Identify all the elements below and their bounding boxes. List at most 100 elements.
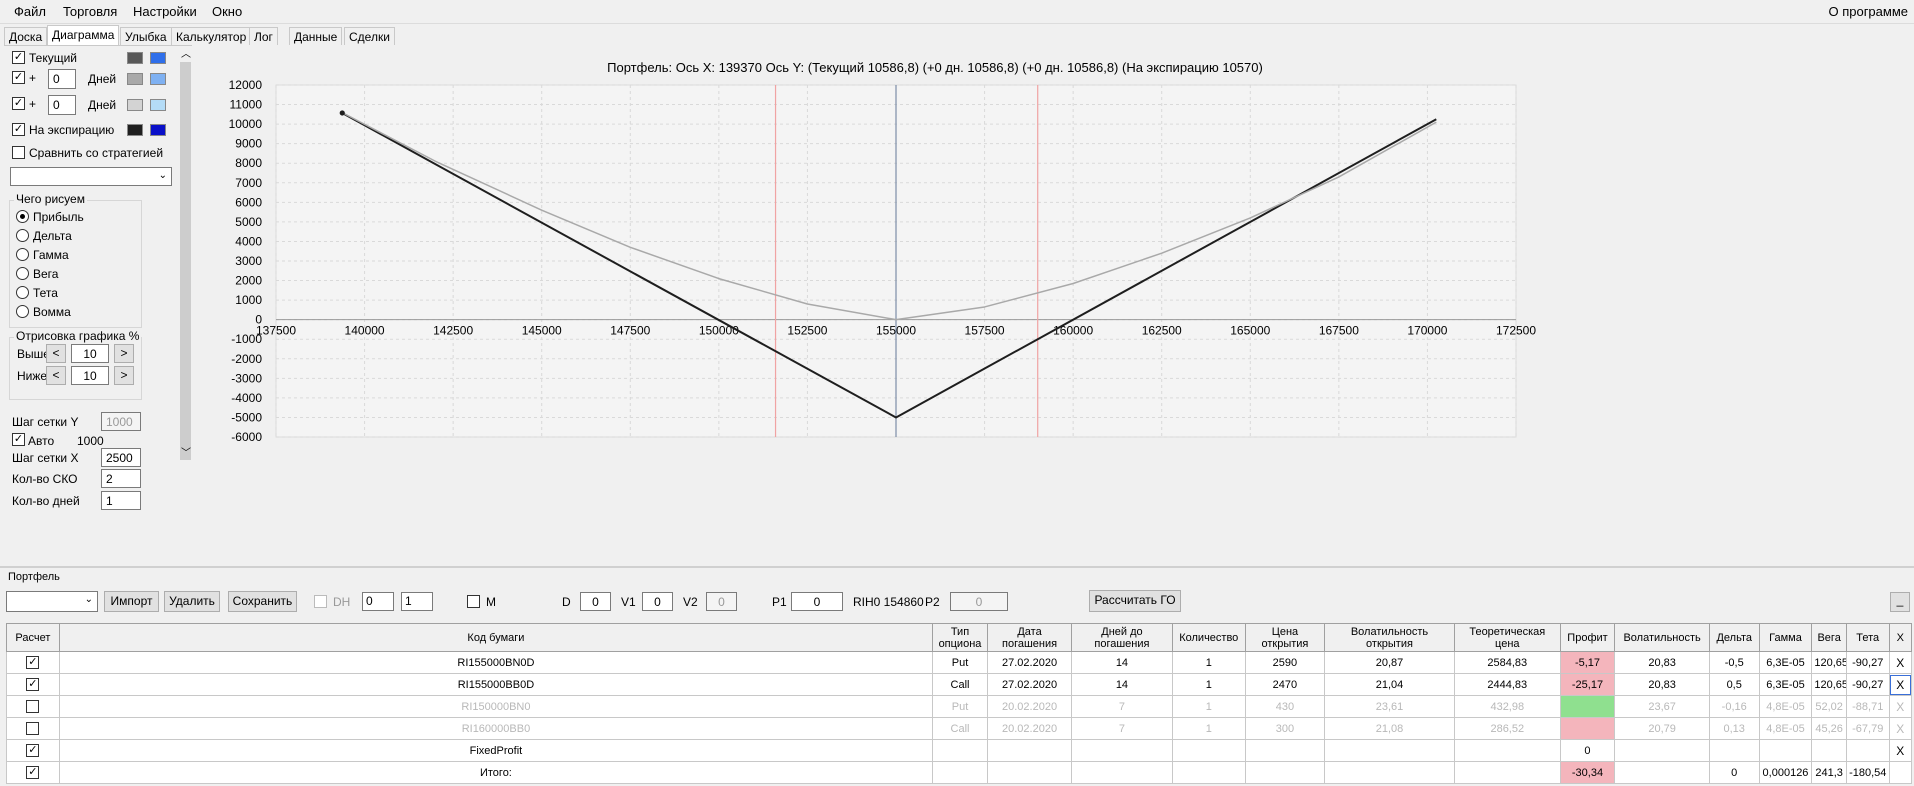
- menu-window[interactable]: Окно: [212, 4, 242, 19]
- row-calc-cell[interactable]: ✓: [6, 651, 60, 674]
- below-decrease-button[interactable]: <: [46, 366, 66, 385]
- row-calc-checkbox[interactable]: ✓: [26, 678, 40, 691]
- remove-row-button[interactable]: X: [1888, 651, 1913, 674]
- delete-button[interactable]: Удалить: [164, 591, 220, 612]
- menu-settings[interactable]: Настройки: [133, 4, 197, 19]
- scroll-up-icon[interactable]: ︿: [181, 46, 191, 60]
- below-input[interactable]: 10: [71, 366, 109, 385]
- expiry-color-1-swatch[interactable]: [127, 124, 143, 136]
- scrollbar-thumb[interactable]: [180, 62, 191, 460]
- v1-input[interactable]: 0: [642, 592, 673, 611]
- sko-input[interactable]: 2: [101, 469, 141, 488]
- row-calc-checkbox[interactable]: [26, 722, 40, 735]
- table-row[interactable]: ✓ FixedProfit 0 X: [6, 739, 1913, 762]
- radio-delta[interactable]: [16, 229, 29, 242]
- days-count-input[interactable]: 1: [101, 491, 141, 510]
- col-profit[interactable]: Профит: [1559, 623, 1616, 652]
- plus1-days-input[interactable]: 0: [48, 69, 76, 89]
- tab-diagram[interactable]: Диаграмма: [47, 25, 120, 46]
- row-calc-checkbox[interactable]: ✓: [26, 766, 40, 779]
- table-row[interactable]: RI150000BN0 Put 20.02.2020 7 1 430 23,61 432,98…: [6, 695, 1913, 718]
- current-color-1-swatch[interactable]: [127, 52, 143, 64]
- col-calc[interactable]: Расчет: [6, 623, 60, 652]
- current-checkbox[interactable]: ✓: [12, 51, 25, 64]
- row-calc-cell[interactable]: ✓: [6, 761, 60, 784]
- compare-checkbox[interactable]: [12, 146, 25, 159]
- row-calc-cell[interactable]: [6, 717, 60, 740]
- remove-row-button[interactable]: X: [1888, 739, 1913, 762]
- scroll-down-icon[interactable]: ﹀: [181, 444, 191, 459]
- col-theo-price[interactable]: Теоретическая цена: [1453, 623, 1561, 652]
- tab-deals[interactable]: Сделки: [344, 27, 395, 45]
- dh-spinner-1[interactable]: 0: [362, 592, 394, 611]
- remove-row-button[interactable]: [1888, 761, 1913, 784]
- plus1-color-1-swatch[interactable]: [127, 73, 143, 85]
- p2-input[interactable]: 0: [950, 592, 1008, 611]
- row-calc-checkbox[interactable]: ✓: [26, 656, 40, 669]
- col-theta[interactable]: Тета: [1845, 623, 1890, 652]
- radio-vomma[interactable]: [16, 305, 29, 318]
- tab-log[interactable]: Лог: [249, 27, 278, 45]
- row-calc-checkbox[interactable]: ✓: [26, 744, 40, 757]
- current-color-2-swatch[interactable]: [150, 52, 166, 64]
- dh-spinner-2[interactable]: 1: [401, 592, 433, 611]
- row-calc-checkbox[interactable]: [26, 700, 40, 713]
- plus2-days-input[interactable]: 0: [48, 95, 76, 115]
- col-qty[interactable]: Количество: [1171, 623, 1246, 652]
- plus2-checkbox[interactable]: ✓: [12, 97, 25, 110]
- tab-calculator[interactable]: Калькулятор: [171, 27, 252, 45]
- col-type[interactable]: Тип опциона: [932, 623, 988, 652]
- m-checkbox[interactable]: [467, 595, 480, 608]
- radio-theta[interactable]: [16, 286, 29, 299]
- radio-gamma[interactable]: [16, 248, 29, 261]
- save-button[interactable]: Сохранить: [228, 591, 297, 612]
- auto-checkbox[interactable]: ✓: [12, 433, 25, 446]
- expiry-color-2-swatch[interactable]: [150, 124, 166, 136]
- remove-row-button[interactable]: X: [1888, 717, 1913, 740]
- above-increase-button[interactable]: >: [114, 344, 134, 363]
- table-row[interactable]: ✓ RI155000BN0D Put 27.02.2020 14 1 2590 20,87 25…: [6, 651, 1913, 674]
- minimize-button[interactable]: _: [1890, 592, 1910, 612]
- tab-smile[interactable]: Улыбка: [120, 27, 172, 45]
- p1-input[interactable]: 0: [791, 592, 843, 611]
- plus2-color-1-swatch[interactable]: [127, 99, 143, 111]
- above-input[interactable]: 10: [71, 344, 109, 363]
- d-input[interactable]: 0: [580, 592, 611, 611]
- col-vega[interactable]: Вега: [1811, 623, 1847, 652]
- col-date[interactable]: Дата погашения: [986, 623, 1073, 652]
- remove-row-button[interactable]: X: [1888, 695, 1913, 718]
- tab-board[interactable]: Доска: [4, 27, 48, 45]
- menu-file[interactable]: Файл: [14, 4, 46, 19]
- expiry-checkbox[interactable]: ✓: [12, 123, 25, 136]
- portfolio-select[interactable]: ⌄: [6, 591, 98, 612]
- row-calc-cell[interactable]: ✓: [6, 739, 60, 762]
- tab-data[interactable]: Данные: [289, 27, 343, 45]
- col-delta[interactable]: Дельта: [1708, 623, 1760, 652]
- grid-y-input[interactable]: 1000: [101, 412, 141, 431]
- col-vol[interactable]: Волатильность: [1614, 623, 1710, 652]
- settings-scrollbar[interactable]: ︿ ﹀: [178, 46, 192, 562]
- grid-x-input[interactable]: 2500: [101, 448, 141, 467]
- col-open-vol[interactable]: Волатильность открытия: [1324, 623, 1455, 652]
- splitter[interactable]: [0, 566, 1914, 568]
- col-x[interactable]: X: [1888, 623, 1913, 652]
- import-button[interactable]: Импорт: [104, 591, 159, 612]
- col-open-price[interactable]: Цена открытия: [1244, 623, 1326, 652]
- plus1-color-2-swatch[interactable]: [150, 73, 166, 85]
- col-code[interactable]: Код бумаги: [58, 623, 934, 652]
- col-days[interactable]: Дней до погашения: [1071, 623, 1173, 652]
- menu-about[interactable]: О программе: [1828, 4, 1908, 19]
- v2-input[interactable]: 0: [706, 592, 737, 611]
- col-gamma[interactable]: Гамма: [1758, 623, 1813, 652]
- remove-row-button[interactable]: X: [1888, 673, 1913, 696]
- row-calc-cell[interactable]: ✓: [6, 673, 60, 696]
- dh-checkbox[interactable]: [314, 595, 327, 608]
- radio-profit[interactable]: [16, 210, 29, 223]
- menu-trading[interactable]: Торговля: [63, 4, 117, 19]
- table-row[interactable]: ✓ RI155000BB0D Call 27.02.2020 14 1 2470 21,04 2…: [6, 673, 1913, 696]
- table-row[interactable]: ✓ Итого: -30,34 0 0,000126 241,3 -180,54: [6, 761, 1913, 784]
- row-calc-cell[interactable]: [6, 695, 60, 718]
- compare-strategy-select[interactable]: ⌄: [10, 167, 172, 186]
- above-decrease-button[interactable]: <: [46, 344, 66, 363]
- plus2-color-2-swatch[interactable]: [150, 99, 166, 111]
